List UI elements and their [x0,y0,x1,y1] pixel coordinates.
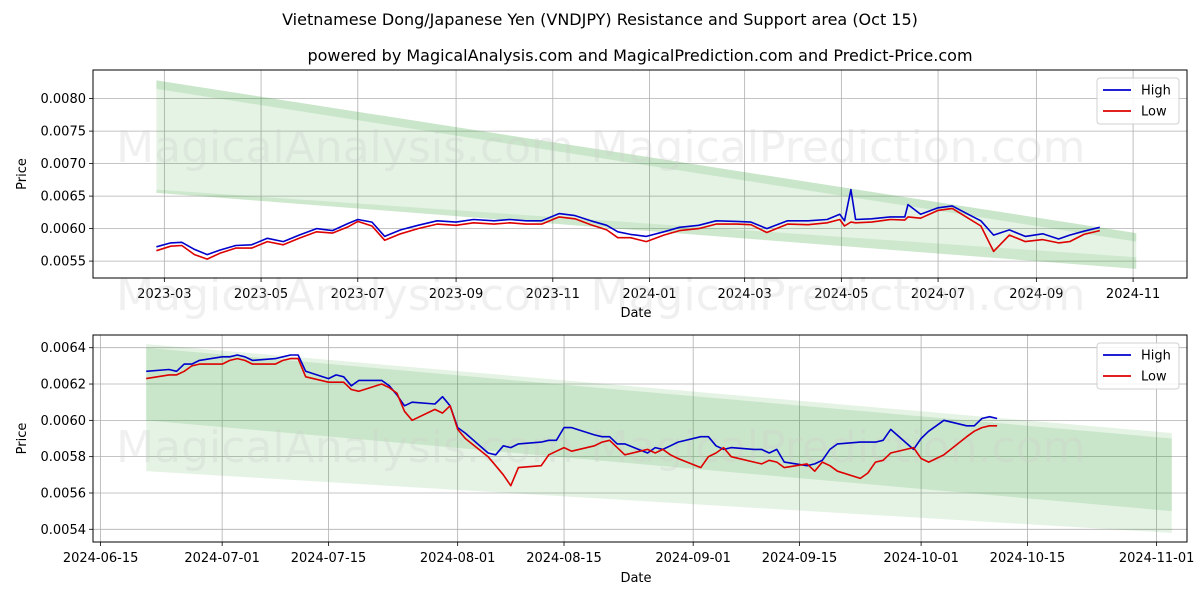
watermark: MagicalPrediction.com [591,422,1086,473]
legend-label-low: Low [1141,370,1167,385]
legend: High Low [1096,342,1180,390]
y-tick-label: 0.0080 [41,92,87,107]
y-tick-label: 0.0070 [41,157,87,172]
y-axis-label: Price [15,158,30,190]
x-tick-label: 2024-11 [1106,287,1160,302]
y-tick-label: 0.0055 [41,255,87,270]
x-tick-label: 2024-09-15 [762,551,838,566]
watermark: MagicalPrediction.com [591,122,1086,173]
y-tick-label: 0.0060 [41,222,87,237]
chart-recent: 0.0054 0.0056 0.0058 0.0060 0.0062 0.0064 2024… [15,334,1195,586]
y-tick-label: 0.0056 [41,486,87,501]
y-tick-label: 0.0075 [41,125,87,140]
y-tick-label: 0.0060 [41,414,87,429]
x-tick-label: 2024-07-15 [291,551,367,566]
x-tick-label: 2024-08-15 [526,551,602,566]
x-tick-label: 2024-07-01 [184,551,260,566]
x-tick-label: 2024-08-01 [420,551,496,566]
y-tick-label: 0.0065 [41,190,87,205]
x-tick-label: 2024-11-01 [1119,551,1195,566]
legend-label-high: High [1141,349,1171,364]
legend-label-low: Low [1141,105,1167,120]
legend: High Low [1096,77,1180,125]
chart-full-history: 0.00550.00600.00650.00700.00750.00802023… [15,69,1188,321]
band-group [156,80,1137,269]
y-tick-label: 0.0054 [41,523,87,538]
x-tick-label: 2024-10-01 [883,551,959,566]
x-tick-label: 2024-06-15 [63,551,139,566]
legend-label-high: High [1141,84,1171,99]
y-tick-label: 0.0062 [41,378,87,393]
watermark: MagicalAnalysis.com [116,122,574,173]
x-tick-label: 2024-10-15 [990,551,1066,566]
y-tick-label: 0.0058 [41,450,87,465]
x-tick-label: 2024-09-01 [655,551,731,566]
x-axis-label: Date [620,306,651,321]
x-axis-label: Date [620,571,651,586]
charts-canvas: 0.00550.00600.00650.00700.00750.00802023… [15,69,1195,586]
y-tick-label: 0.0064 [41,341,87,356]
y-axis-label: Price [15,423,30,455]
watermark: MagicalAnalysis.com [116,422,574,473]
